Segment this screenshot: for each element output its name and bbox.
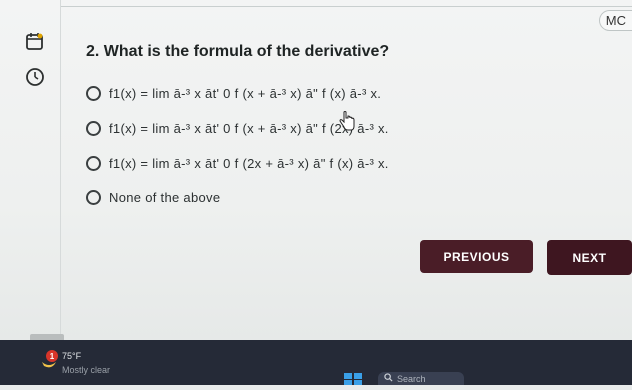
radio-button[interactable] [86,121,101,136]
radio-button[interactable] [86,156,101,171]
question-title: 2. What is the formula of the derivative… [86,43,390,60]
windows-taskbar [0,340,632,385]
next-button[interactable]: NEXT [547,240,632,275]
search-icon [384,373,393,384]
answer-option-label: f1(x) = lim ā-³ x āt' 0 f (2x + ā-³ x) ā… [109,156,389,171]
quiz-tag: MC [598,10,632,31]
search-label: Search [397,373,426,384]
radio-button[interactable] [86,190,101,205]
taskbar-search[interactable]: Search [378,372,464,385]
weather-temperature[interactable]: 75°F [62,351,81,361]
answer-option-4[interactable]: None of the above [86,190,220,205]
answer-option-1[interactable]: f1(x) = lim ā-³ x āt' 0 f (x + ā-³ x) ā"… [86,86,381,101]
quiz-page: MC 2. What is the formula of the derivat… [0,0,632,342]
answer-option-label: None of the above [109,190,221,205]
radio-button[interactable] [86,86,101,101]
answer-option-3[interactable]: f1(x) = lim ā-³ x āt' 0 f (2x + ā-³ x) ā… [86,156,389,171]
hand-cursor-icon [338,110,356,132]
answer-option-label: f1(x) = lim ā-³ x āt' 0 f (x + ā-³ x) ā"… [109,86,382,101]
weather-condition[interactable]: Mostly clear [62,365,110,375]
clock-icon[interactable] [24,66,46,88]
left-rail [0,0,61,340]
previous-button[interactable]: PREVIOUS [420,240,533,273]
top-divider [60,6,632,7]
notification-badge: 1 [46,350,58,362]
calendar-icon[interactable] [24,30,46,52]
windows-start-icon[interactable] [342,371,364,385]
